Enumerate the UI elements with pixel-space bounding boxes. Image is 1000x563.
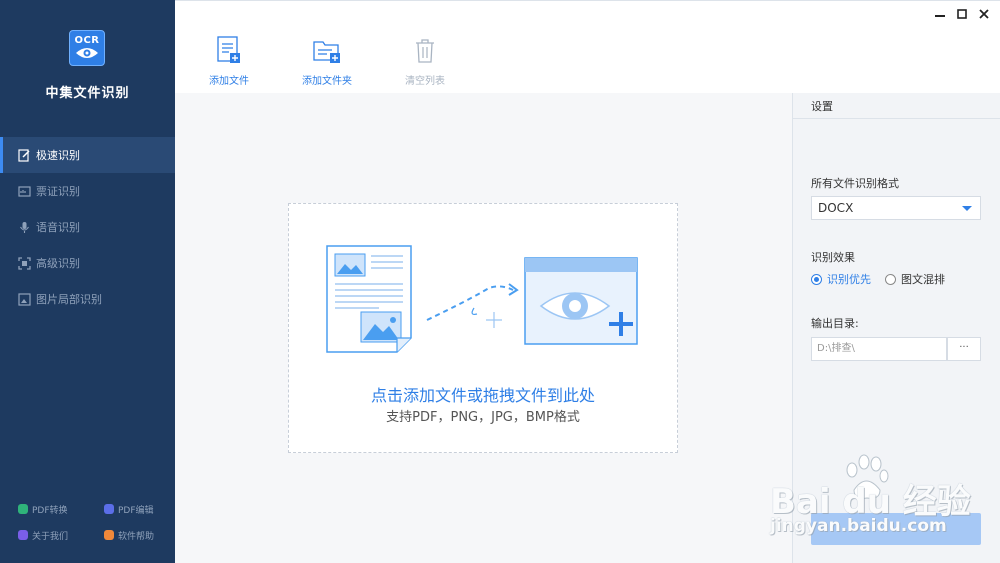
logo-text: OCR <box>74 35 100 46</box>
sidebar-item-voice-recognition[interactable]: 语音识别 <box>0 209 175 245</box>
pdf-convert-link[interactable]: PDF转换 <box>0 503 86 516</box>
window-top-border <box>175 0 1000 1</box>
radio-label: 图文混排 <box>901 273 945 286</box>
scan-icon <box>18 256 31 270</box>
close-button[interactable] <box>976 6 992 22</box>
chevron-down-icon <box>962 206 972 211</box>
sidebar: OCR 中集文件识别 极速识别 票证识别 语音识别 高级识别 图片局部识别 PD… <box>0 0 175 563</box>
eye-icon <box>76 48 98 58</box>
radio-label: 识别优先 <box>827 273 871 286</box>
sidebar-item-label: 高级识别 <box>36 257 80 270</box>
sidebar-item-label: 语音识别 <box>36 221 80 234</box>
effect-label: 识别效果 <box>811 251 855 264</box>
sidebar-item-fast-recognition[interactable]: 极速识别 <box>0 137 175 173</box>
add-folder-label: 添加文件夹 <box>302 76 352 87</box>
minimize-icon <box>935 15 945 17</box>
maximize-button[interactable] <box>954 6 970 22</box>
add-folder-icon <box>313 30 341 64</box>
format-select[interactable]: DOCX <box>811 196 981 220</box>
add-file-icon <box>217 30 241 64</box>
minimize-button[interactable] <box>932 6 948 22</box>
edit-doc-icon <box>18 148 31 162</box>
about-icon <box>18 530 28 540</box>
effect-radio-group: 识别优先 图文混排 <box>811 271 945 287</box>
sidebar-footer: PDF转换 PDF编辑 关于我们 软件帮助 <box>0 496 175 548</box>
window-controls <box>932 6 992 22</box>
output-path-field[interactable]: D:\排查\ <box>811 337 947 361</box>
radio-dot <box>885 273 896 285</box>
radio-dot <box>811 273 822 285</box>
dropzone-subtitle: 支持PDF，PNG，JPG，BMP格式 <box>386 410 580 425</box>
image-crop-icon <box>18 292 31 306</box>
format-label: 所有文件识别格式 <box>811 177 899 190</box>
clear-list-button[interactable]: 清空列表 <box>381 30 469 93</box>
sidebar-item-ticket-recognition[interactable]: 票证识别 <box>0 173 175 209</box>
add-folder-button[interactable]: 添加文件夹 <box>283 30 371 93</box>
mic-icon <box>18 221 31 234</box>
sidebar-item-label: 图片局部识别 <box>36 293 102 306</box>
drop-illustration <box>326 245 638 353</box>
maximize-icon <box>957 9 967 19</box>
sidebar-item-label: 票证识别 <box>36 185 80 198</box>
pdf-convert-icon <box>18 504 28 514</box>
effect-radio-mixed-layout[interactable]: 图文混排 <box>885 271 945 287</box>
add-file-label: 添加文件 <box>209 76 249 87</box>
help-icon <box>104 530 114 540</box>
effect-radio-recognition-first[interactable]: 识别优先 <box>811 271 871 287</box>
pdf-edit-icon <box>104 504 114 514</box>
app-logo: OCR <box>69 30 105 66</box>
output-label: 输出目录: <box>811 317 859 330</box>
card-icon <box>18 185 31 198</box>
dropzone-title: 点击添加文件或拖拽文件到此处 <box>370 386 595 405</box>
settings-header: 设置 <box>793 93 1000 119</box>
sidebar-nav: 极速识别 票证识别 语音识别 高级识别 图片局部识别 <box>0 137 175 317</box>
software-help-link[interactable]: 软件帮助 <box>86 529 172 542</box>
trash-icon <box>414 30 436 64</box>
start-recognition-button[interactable] <box>811 513 981 545</box>
close-icon <box>979 9 989 19</box>
sidebar-item-advanced-recognition[interactable]: 高级识别 <box>0 245 175 281</box>
format-value: DOCX <box>818 201 854 215</box>
file-list-area: 点击添加文件或拖拽文件到此处 支持PDF，PNG，JPG，BMP格式 <box>175 93 792 563</box>
add-file-button[interactable]: 添加文件 <box>185 30 273 93</box>
settings-panel: 设置 所有文件识别格式 DOCX 识别效果 识别优先 图文混排 输出目录: D:… <box>792 93 1000 563</box>
clear-list-label: 清空列表 <box>405 76 445 87</box>
about-us-link[interactable]: 关于我们 <box>0 529 86 542</box>
app-name: 中集文件识别 <box>45 86 130 101</box>
toolbar: 添加文件 添加文件夹 清空列表 <box>175 30 1000 93</box>
sidebar-item-label: 极速识别 <box>36 149 80 162</box>
browse-button[interactable]: ··· <box>947 337 981 361</box>
pdf-edit-link[interactable]: PDF编辑 <box>86 503 172 516</box>
file-dropzone[interactable]: 点击添加文件或拖拽文件到此处 支持PDF，PNG，JPG，BMP格式 <box>288 203 678 453</box>
sidebar-item-image-partial-recognition[interactable]: 图片局部识别 <box>0 281 175 317</box>
